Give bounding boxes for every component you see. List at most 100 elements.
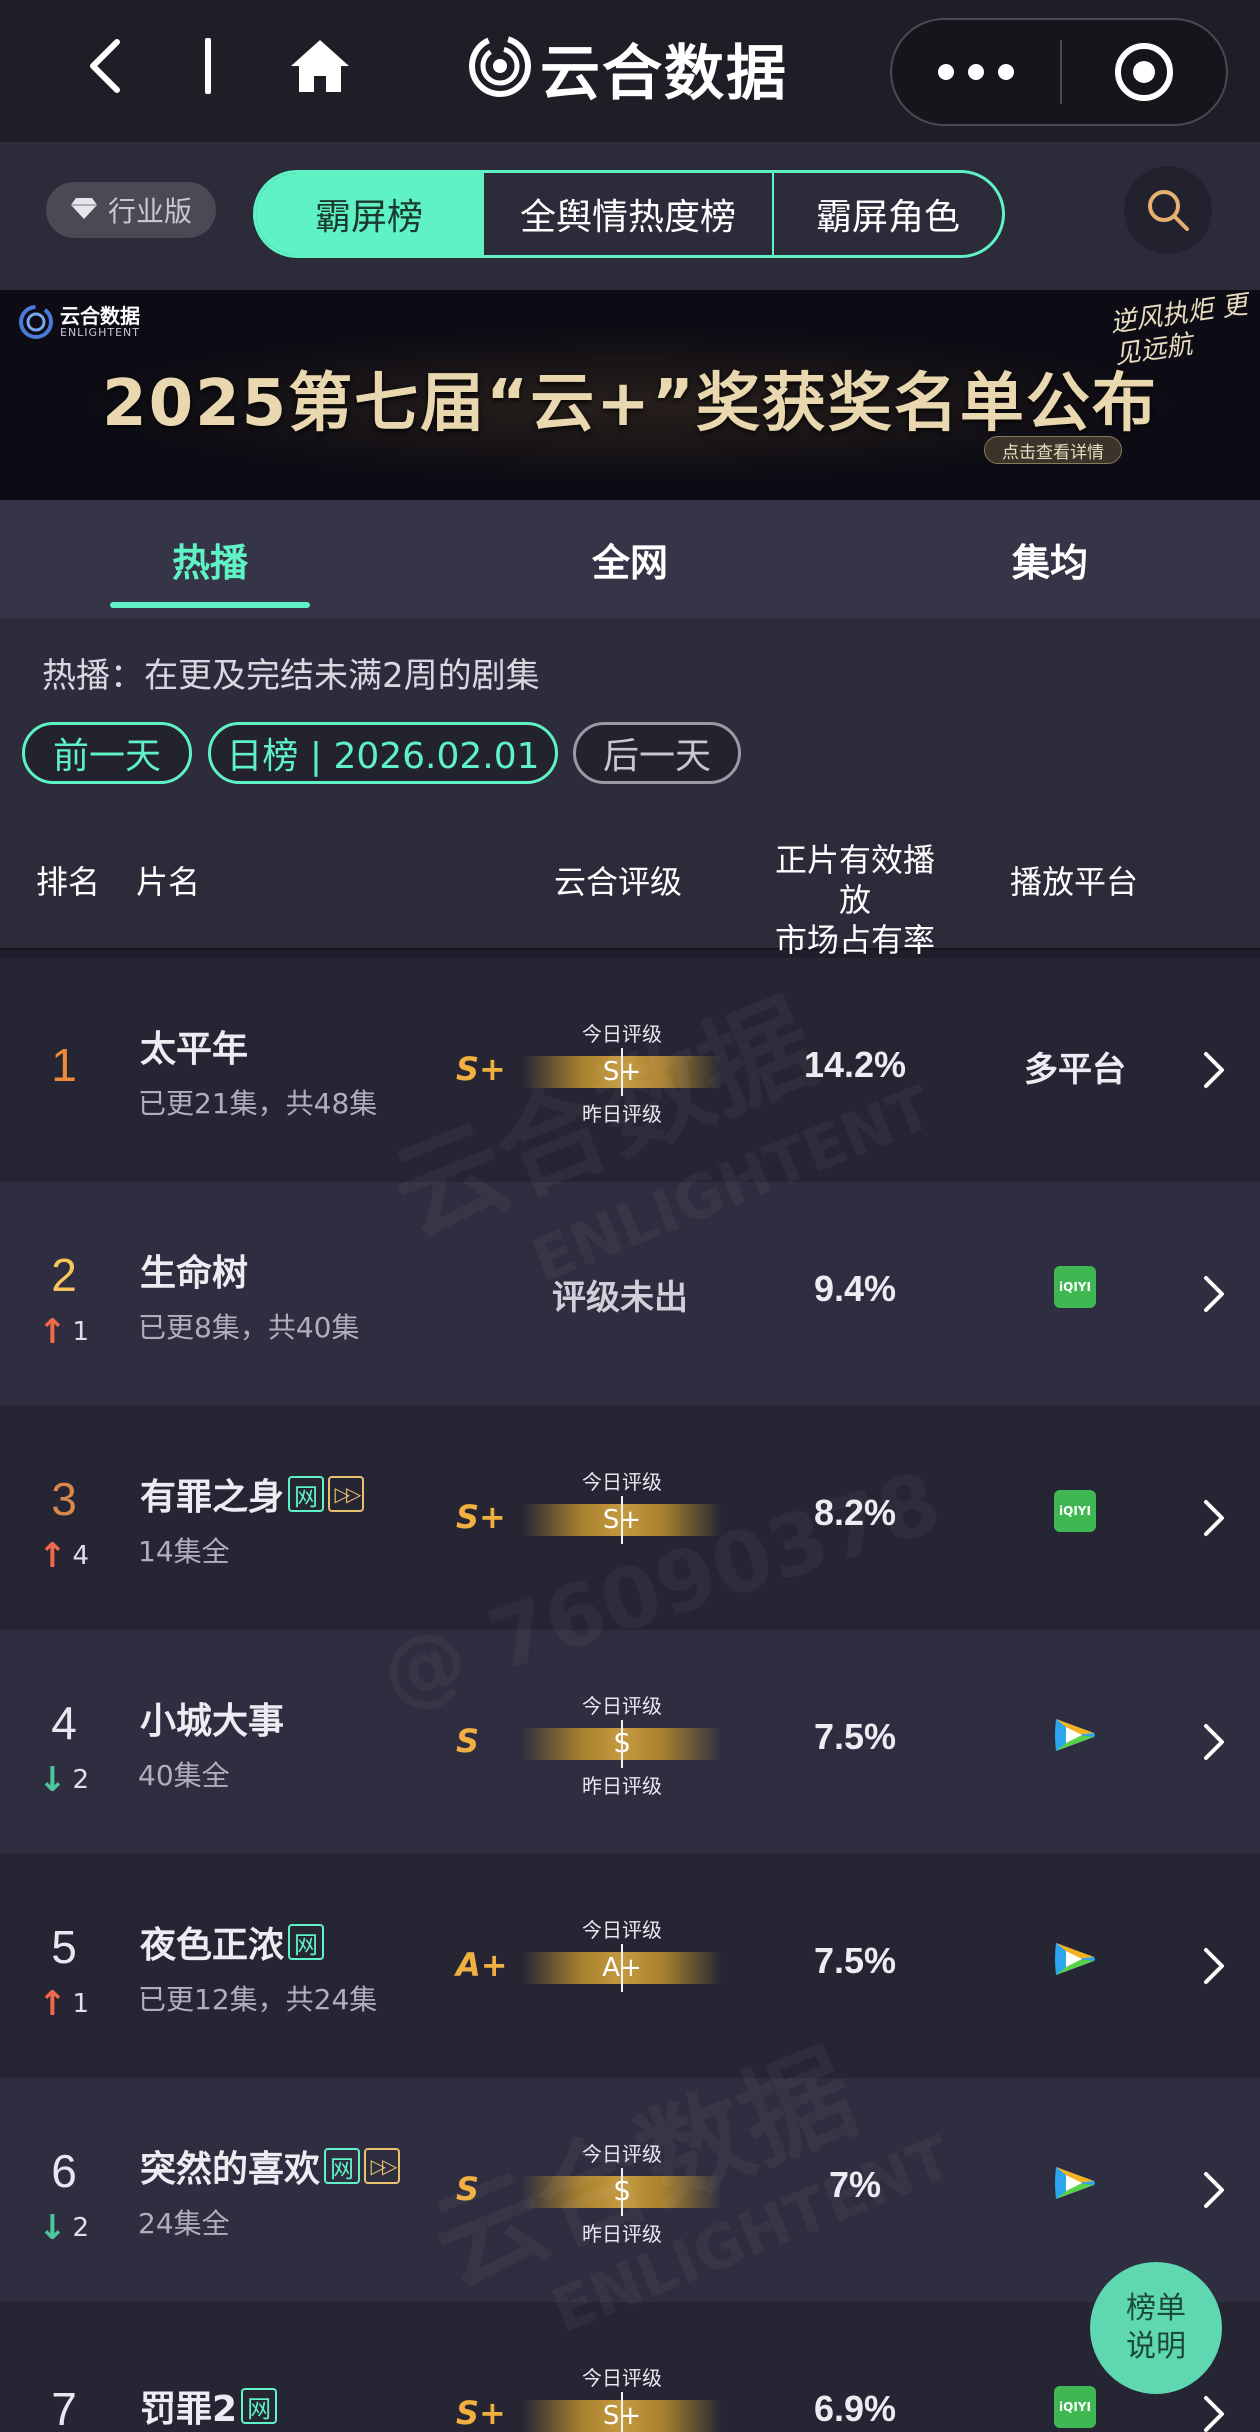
- table-row[interactable]: 1 太平年 已更21集，共48集 S+ 今日评级 S+ 昨日评级 14.2% 多平台: [0, 958, 1260, 1182]
- today-grade-label: 今日评级: [582, 2142, 662, 2166]
- series-title: 太平年: [140, 1029, 249, 1070]
- rank-change-value: 4: [72, 1541, 90, 1571]
- table-row[interactable]: 6 ↓ 2 突然的喜欢网 ▷▷ 24集全 S 今日评级 S 昨日评级 7%: [0, 2078, 1260, 2302]
- table-row[interactable]: 2 ↑ 1 生命树 已更8集，共40集 评级未出 9.4% iQIYI: [0, 1182, 1260, 1406]
- rank-change-value: 2: [72, 2213, 90, 2243]
- more-options-icon[interactable]: [892, 20, 1060, 124]
- header-platform: 播放平台: [1010, 863, 1139, 901]
- row-rank: 2: [51, 1249, 77, 1301]
- rank-change-value: 2: [72, 1765, 90, 1795]
- home-icon[interactable]: [280, 30, 360, 102]
- table-header: 排名 片名 云合评级 正片有效播放 市场占有率 播放平台: [0, 818, 1260, 959]
- help-line2: 说明: [1126, 2329, 1186, 2364]
- tab-dominance-list[interactable]: 霸屏榜: [256, 173, 482, 255]
- platform: iQIYI: [990, 1490, 1160, 1532]
- today-grade-label: 今日评级: [582, 1918, 662, 1942]
- chevron-right-icon[interactable]: [1198, 1944, 1228, 1988]
- today-grade-value: S+: [602, 1505, 642, 1535]
- rank-change: ↓ 2: [38, 2208, 89, 2248]
- row-title: 小城大事: [140, 1692, 284, 1744]
- grade-bar: S+: [522, 2392, 722, 2432]
- rank-up-arrow-icon: ↑: [38, 1536, 67, 1576]
- next-day-button[interactable]: 后一天: [573, 722, 741, 784]
- rank-down-arrow-icon: ↓: [38, 2208, 67, 2248]
- banner-title: 2025第七届“云+”奖获奖名单公布: [102, 367, 1158, 441]
- series-title: 突然的喜欢: [140, 2149, 321, 2190]
- iqiyi-icon: iQIYI: [1054, 1490, 1096, 1532]
- chevron-right-icon[interactable]: [1198, 1496, 1228, 1540]
- rank-change-value: 1: [72, 1317, 90, 1347]
- edition-badge[interactable]: 行业版: [46, 182, 216, 238]
- vip-advance-icon: ▷▷: [328, 1476, 365, 1512]
- market-share: 7%: [828, 2164, 882, 2205]
- today-grade-value: S+: [602, 2401, 642, 2431]
- header-share: 正片有效播放 市场占有率: [760, 840, 950, 960]
- ranking-type-tabs: 霸屏榜 全舆情热度榜 霸屏角色: [253, 170, 1005, 258]
- web-series-tag: 网: [288, 1924, 325, 1960]
- grade-bar: S: [522, 2168, 722, 2216]
- row-title: 突然的喜欢网 ▷▷: [140, 2140, 401, 2192]
- chevron-right-icon[interactable]: [1198, 2168, 1228, 2212]
- series-title: 生命树: [140, 1253, 249, 1294]
- previous-day-button[interactable]: 前一天: [22, 722, 192, 784]
- vip-advance-icon: ▷▷: [364, 2148, 401, 2184]
- platform: [990, 2162, 1160, 2204]
- grade-bar: A+: [522, 1944, 722, 1992]
- grade-bar: S+: [522, 1048, 722, 1096]
- row-title: 罚罪2 网: [140, 2380, 278, 2432]
- tab-dominance-roles[interactable]: 霸屏角色: [772, 173, 1002, 255]
- yesterday-grade-label: 昨日评级: [582, 1774, 662, 1798]
- rank-change-value: 1: [72, 1989, 90, 2019]
- header-title: 片名: [136, 863, 201, 901]
- market-share: 9.4%: [813, 1268, 897, 1309]
- table-row[interactable]: 3 ↑ 4 有罪之身网 ▷▷ 14集全 S+ 今日评级 S+ 8.2% iQIYI: [0, 1406, 1260, 1630]
- list-explanation-button[interactable]: 榜单 说明: [1090, 2262, 1222, 2394]
- chevron-right-icon[interactable]: [1198, 1720, 1228, 1764]
- table-row[interactable]: 5 ↑ 1 夜色正浓网已更12集，共24集 A+ 今日评级 A+ 7.5%: [0, 1854, 1260, 2078]
- banner-logo-icon: [19, 305, 53, 339]
- rank-up-arrow-icon: ↑: [38, 1312, 67, 1352]
- market-share: 6.9%: [813, 2388, 897, 2429]
- web-series-tag: 网: [241, 2388, 278, 2424]
- yesterday-grade-label: 昨日评级: [582, 1102, 662, 1126]
- row-title: 太平年: [140, 1020, 248, 1072]
- tab-public-opinion-list[interactable]: 全舆情热度榜: [482, 173, 772, 255]
- tab-hot-airing[interactable]: 热播: [0, 500, 420, 618]
- mini-program-capsule: [890, 18, 1228, 126]
- tab-all-network[interactable]: 全网: [420, 500, 840, 618]
- platform-multi: 多平台: [1024, 1050, 1126, 1090]
- episode-info: 24集全: [138, 2207, 230, 2240]
- banner-detail-button[interactable]: 点击查看详情: [984, 436, 1122, 464]
- promo-banner[interactable]: 云合数据 ENLIGHTENT 2025第七届“云+”奖获奖名单公布 点击查看详…: [0, 290, 1260, 500]
- market-share: 14.2%: [803, 1044, 907, 1085]
- row-title: 生命树: [140, 1244, 248, 1296]
- header-share-line1: 正片有效播放: [774, 841, 935, 919]
- chevron-right-icon[interactable]: [1198, 1048, 1228, 1092]
- row-rank: 3: [51, 1473, 77, 1525]
- ranking-type-bar: 行业版 霸屏榜 全舆情热度榜 霸屏角色: [0, 142, 1260, 290]
- tab-per-episode[interactable]: 集均: [840, 500, 1260, 618]
- back-arrow-icon[interactable]: [70, 30, 140, 102]
- current-grade: S+: [456, 2394, 506, 2432]
- episode-info: 14集全: [138, 1535, 230, 1568]
- series-title: 罚罪2: [140, 2389, 238, 2430]
- chevron-right-icon[interactable]: [1198, 1272, 1228, 1316]
- grade-bar: S: [522, 1720, 722, 1768]
- close-miniprogram-icon[interactable]: [1062, 20, 1226, 124]
- table-row[interactable]: 4 ↓ 2 小城大事 40集全 S 今日评级 S 昨日评级 7.5%: [0, 1630, 1260, 1854]
- series-title: 小城大事: [140, 1701, 285, 1742]
- table-row[interactable]: 7 罚罪2 网 S+ 今日评级 S+ 6.9% iQIYI: [0, 2302, 1260, 2432]
- row-title: 夜色正浓网: [140, 1916, 325, 1968]
- episode-info: 已更8集，共40集: [138, 1311, 360, 1344]
- rank-up-arrow-icon: ↑: [38, 1984, 67, 2024]
- episode-info: 40集全: [138, 1759, 230, 1792]
- chevron-right-icon[interactable]: [1198, 2392, 1228, 2432]
- header-grade: 云合评级: [554, 863, 683, 901]
- search-icon[interactable]: [1124, 166, 1212, 254]
- today-grade-value: S: [613, 1729, 631, 1759]
- date-picker-button[interactable]: 日榜 | 2026.02.01: [208, 722, 558, 784]
- today-grade-label: 今日评级: [582, 1694, 662, 1718]
- today-grade-label: 今日评级: [582, 2366, 662, 2390]
- market-share: 7.5%: [813, 1716, 897, 1757]
- grade-bar: S+: [522, 1496, 722, 1544]
